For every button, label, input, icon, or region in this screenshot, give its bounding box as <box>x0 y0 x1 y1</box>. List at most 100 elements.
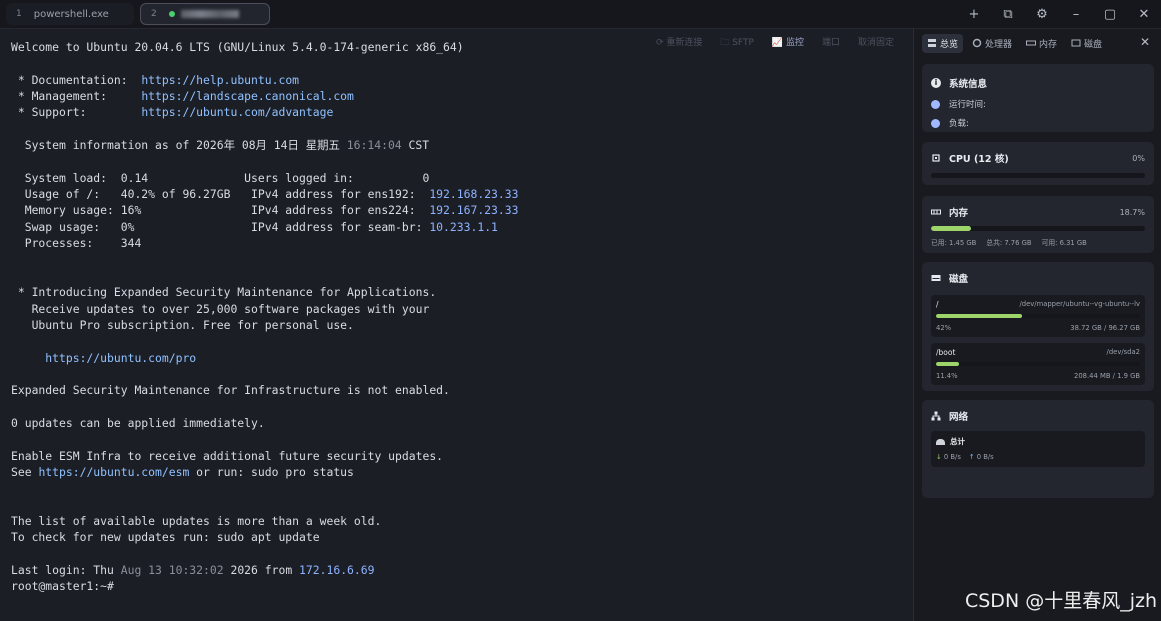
disk-card: 磁盘 / /dev/mapper/ubuntu--vg-ubuntu--lv 4… <box>922 262 1154 391</box>
download-rate: ↓ 0 B/s <box>936 453 961 461</box>
monitor-sidebar: 总览 处理器 内存 磁盘 ✕ i 系统信息 运行时间: 负载: CPU (12 … <box>913 29 1161 621</box>
network-total-box: 总计 ↓ 0 B/s ↑ 0 B/s <box>931 431 1145 467</box>
tab-ssh-session[interactable]: 2 <box>140 3 270 25</box>
memory-card: 内存 18.7% 已用: 1.45 GB 总共: 7.76 GB 可用: 6.3… <box>922 196 1154 253</box>
card-title-text: 内存 <box>949 208 969 219</box>
usage-line: Usage of /: 40.2% of 96.27GB IPv4 addres… <box>11 187 430 202</box>
cpu-icon <box>972 38 982 48</box>
enable-line: Enable ESM Infra to receive additional f… <box>11 448 444 463</box>
gauge-icon <box>931 118 940 128</box>
redacted-tab-label <box>180 10 239 18</box>
last-login-mid: 2026 from <box>223 563 300 577</box>
terminal-toolbar: ⟳ 重新连接 🗀 SFTP 📈 监控 端口 取消固定 <box>656 35 894 51</box>
split-view-button[interactable]: ⧉ <box>991 7 1025 22</box>
disk-header: / /dev/mapper/ubuntu--vg-ubuntu--lv <box>936 300 1140 309</box>
tab-label: 处理器 <box>985 39 1013 50</box>
disk-bar <box>936 362 1140 366</box>
cpu-chip-icon <box>932 154 940 162</box>
support-link[interactable]: https://ubuntu.com/advantage <box>141 105 333 119</box>
upload-value: 0 B/s <box>976 453 994 461</box>
last-login-prefix: Last login: Thu <box>11 563 121 577</box>
disk-device: /dev/sda2 <box>1106 348 1140 356</box>
reconnect-button[interactable]: ⟳ 重新连接 <box>656 35 702 51</box>
last-login-date: Aug 13 10:32:02 <box>120 563 224 577</box>
tab-memory[interactable]: 内存 <box>1021 34 1062 53</box>
settings-button[interactable]: ⚙ <box>1025 7 1059 22</box>
disk-stats: 42% 38.72 GB / 96.27 GB <box>936 324 1140 332</box>
close-sidebar-icon[interactable]: ✕ <box>1140 35 1150 49</box>
esm-link[interactable]: https://ubuntu.com/esm <box>38 465 189 479</box>
tab-disk[interactable]: 磁盘 <box>1066 34 1107 53</box>
sftp-button[interactable]: 🗀 SFTP <box>720 35 754 51</box>
network-rates: ↓ 0 B/s ↑ 0 B/s <box>936 453 1140 461</box>
port-button[interactable]: 端口 <box>822 35 840 51</box>
download-value: 0 B/s <box>943 453 961 461</box>
disk-icon <box>1071 39 1081 47</box>
maximize-button[interactable]: ▢ <box>1093 7 1127 22</box>
upload-rate: ↑ 0 B/s <box>969 453 994 461</box>
tab-overview[interactable]: 总览 <box>922 33 964 53</box>
mgmt-link[interactable]: https://landscape.canonical.com <box>141 89 354 103</box>
tab-powershell[interactable]: 1 powershell.exe <box>6 3 134 25</box>
ip-seam-br: 10.233.1.1 <box>429 219 498 234</box>
router-icon <box>936 438 945 445</box>
window-controls: + ⧉ ⚙ – ▢ ✕ <box>957 0 1161 28</box>
uptime-row: 运行时间: <box>931 98 1145 110</box>
processes-line: Processes: 344 <box>11 236 142 251</box>
ip-ens224: 192.167.23.33 <box>429 203 519 218</box>
card-title-text: CPU (12 核) <box>949 154 1009 165</box>
memory-icon <box>1026 40 1037 46</box>
terminal-output: Welcome to Ubuntu 20.04.6 LTS (GNU/Linux… <box>11 39 518 595</box>
load-label: 负载: <box>949 119 969 129</box>
check-line: To check for new updates run: sudo apt u… <box>11 530 320 545</box>
disk-device: /dev/mapper/ubuntu--vg-ubuntu--lv <box>1019 300 1140 308</box>
cpu-title: CPU (12 核) 0% <box>931 151 1145 165</box>
memory-percent: 18.7% <box>1119 207 1145 217</box>
list-old-line: The list of available updates is more th… <box>11 513 382 528</box>
arrow-up-icon: ↑ <box>968 453 975 461</box>
connected-dot-icon <box>168 11 175 17</box>
overview-icon <box>928 39 936 47</box>
unpin-button[interactable]: 取消固定 <box>858 35 894 51</box>
tab-bar: 1 powershell.exe 2 + ⧉ ⚙ – ▢ ✕ <box>0 0 1161 29</box>
clock-icon <box>931 99 940 109</box>
disk-mount: / <box>936 300 939 309</box>
memory-stats: 已用: 1.45 GB 总共: 7.76 GB 可用: 6.31 GB <box>931 237 1145 247</box>
close-window-button[interactable]: ✕ <box>1127 7 1161 22</box>
swap-line: Swap usage: 0% IPv4 address for seam-br: <box>11 219 430 234</box>
new-tab-button[interactable]: + <box>957 7 991 22</box>
disk-bar <box>936 314 1140 318</box>
memory-available: 可用: 6.31 GB <box>1041 239 1087 247</box>
sysinfo-tz: CST <box>401 138 430 153</box>
terminal-pane[interactable]: ⟳ 重新连接 🗀 SFTP 📈 监控 端口 取消固定 Welcome to Ub… <box>0 29 912 621</box>
info-icon: i <box>931 78 941 88</box>
tab-number: 2 <box>151 9 157 19</box>
disk-bar-fill <box>936 362 960 366</box>
support-label: * Support: <box>11 105 142 120</box>
monitor-button[interactable]: 📈 监控 <box>772 35 804 51</box>
shell-prompt[interactable]: root@master1:~# <box>11 579 114 593</box>
card-title-text: 系统信息 <box>949 79 988 90</box>
tab-label: powershell.exe <box>33 8 109 20</box>
disk-percent: 42% <box>936 324 952 332</box>
infra-line: Expanded Security Maintenance for Infras… <box>11 383 450 398</box>
sysinfo-line: System information as of 2026年 08月 14日 星… <box>11 138 347 153</box>
see-suffix: or run: sudo pro status <box>189 464 354 479</box>
last-login-ip: 172.16.6.69 <box>299 563 375 577</box>
pro-link[interactable]: https://ubuntu.com/pro <box>11 351 196 365</box>
updates-line: 0 updates can be applied immediately. <box>11 415 265 430</box>
disk-title: 磁盘 <box>931 271 1145 285</box>
sidebar-tabs: 总览 处理器 内存 磁盘 ✕ <box>914 29 1161 57</box>
card-title-text: 磁盘 <box>949 274 969 285</box>
minimize-button[interactable]: – <box>1059 7 1093 22</box>
network-icon <box>931 411 941 421</box>
arrow-down-icon: ↓ <box>936 453 942 461</box>
card-title-text: 网络 <box>949 412 969 423</box>
doc-link[interactable]: https://help.ubuntu.com <box>141 73 299 87</box>
tab-processor[interactable]: 处理器 <box>967 34 1017 53</box>
disk-usage: 38.72 GB / 96.27 GB <box>1070 324 1140 332</box>
uptime-label: 运行时间: <box>949 100 986 110</box>
tab-number: 1 <box>16 9 22 19</box>
mem-line: Memory usage: 16% IPv4 address for ens22… <box>11 203 430 218</box>
memory-used: 已用: 1.45 GB <box>931 239 977 247</box>
